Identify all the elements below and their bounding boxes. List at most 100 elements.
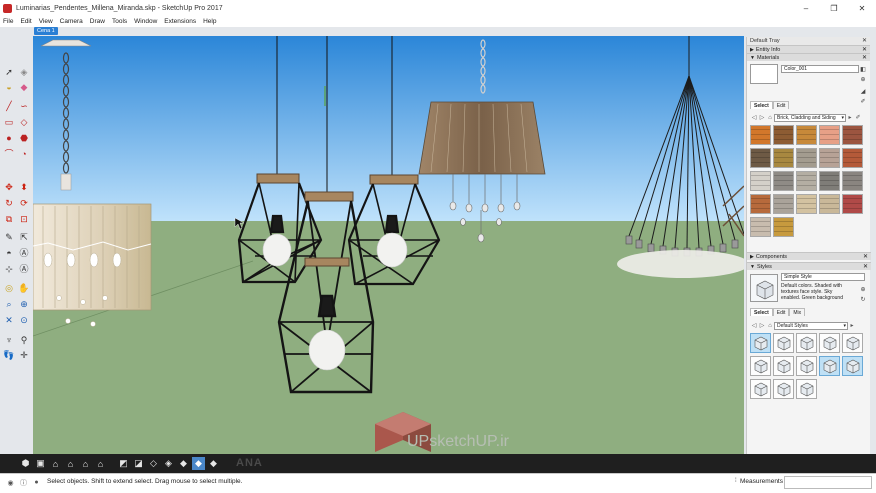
forward-arrow-icon[interactable]: ▷ xyxy=(758,322,766,330)
material-swatch[interactable] xyxy=(796,148,817,168)
styles-library-select[interactable]: Default Styles xyxy=(774,321,848,330)
style-tile[interactable] xyxy=(773,379,794,399)
previous-view-icon[interactable]: ⊙ xyxy=(18,314,30,326)
pie-icon[interactable]: ◔ xyxy=(18,148,30,160)
right-view-icon[interactable]: ⌂ xyxy=(64,457,77,470)
menu-edit[interactable]: Edit xyxy=(20,18,31,25)
shaded-textures-icon[interactable]: ◆ xyxy=(192,457,205,470)
material-swatch[interactable] xyxy=(750,125,771,145)
user-icon[interactable]: ● xyxy=(32,478,41,487)
position-camera-icon[interactable]: ♆ xyxy=(3,334,15,346)
materials-library-select[interactable]: Brick, Cladding and Siding xyxy=(774,113,846,122)
menu-tools[interactable]: Tools xyxy=(112,18,127,25)
material-swatch[interactable] xyxy=(819,148,840,168)
material-swatch[interactable] xyxy=(773,194,794,214)
forward-arrow-icon[interactable]: ▷ xyxy=(758,114,766,122)
3d-text-icon[interactable]: Ⓐ xyxy=(18,263,30,275)
style-name-field[interactable]: Simple Style xyxy=(781,273,865,281)
eraser-icon[interactable]: ◆ xyxy=(18,81,30,93)
back-arrow-icon[interactable]: ◁ xyxy=(750,114,758,122)
create-material-icon[interactable]: ⊕ xyxy=(859,75,867,83)
material-swatch[interactable] xyxy=(750,217,771,237)
material-swatch[interactable] xyxy=(842,148,863,168)
back-view-icon[interactable]: ⌂ xyxy=(79,457,92,470)
materials-tab-edit[interactable]: Edit xyxy=(772,101,790,109)
maximize-button[interactable]: ❐ xyxy=(820,0,848,16)
zoom-window-icon[interactable]: ⊕ xyxy=(18,298,30,310)
menu-extensions[interactable]: Extensions xyxy=(164,18,196,25)
material-swatch[interactable] xyxy=(796,194,817,214)
make-component-icon[interactable]: ◈ xyxy=(18,66,30,78)
styles-header[interactable]: ▼ Styles ✕ xyxy=(747,262,871,270)
style-tile[interactable] xyxy=(750,379,771,399)
material-swatch[interactable] xyxy=(773,217,794,237)
material-name-field[interactable]: Color_001 xyxy=(781,65,859,73)
polygon-icon[interactable]: ⬣ xyxy=(18,132,30,144)
rectangle-icon[interactable]: ▭ xyxy=(3,116,15,128)
look-around-icon[interactable]: 👣 xyxy=(3,349,15,361)
hidden-line-icon[interactable]: ◈ xyxy=(162,457,175,470)
style-tile[interactable] xyxy=(796,379,817,399)
menu-view[interactable]: View xyxy=(39,18,53,25)
scene-tab[interactable]: Cena 1 xyxy=(34,27,58,35)
tape-measure-icon[interactable]: ✎ xyxy=(3,231,15,243)
styles-close-icon[interactable]: ✕ xyxy=(863,263,868,271)
style-tile[interactable] xyxy=(819,356,840,376)
zoom-extents-icon[interactable]: ✕ xyxy=(3,314,15,326)
back-edges-icon[interactable]: ◪ xyxy=(132,457,145,470)
back-arrow-icon[interactable]: ◁ xyxy=(750,322,758,330)
material-swatch[interactable] xyxy=(842,171,863,191)
details-arrow-icon[interactable]: ▸ xyxy=(848,322,856,330)
styles-tab-edit[interactable]: Edit xyxy=(772,308,790,316)
credits-icon[interactable]: ⓘ xyxy=(19,478,28,487)
front-view-icon[interactable]: ⌂ xyxy=(49,457,62,470)
minimize-button[interactable]: – xyxy=(792,0,820,16)
material-swatch[interactable] xyxy=(819,194,840,214)
sample-eyedropper-icon[interactable]: ✐ xyxy=(854,114,862,122)
menu-window[interactable]: Window xyxy=(134,18,157,25)
top-view-icon[interactable]: ▣ xyxy=(34,457,47,470)
material-swatch[interactable] xyxy=(750,148,771,168)
paint-bucket-icon[interactable]: ◒ xyxy=(3,81,15,93)
style-tile[interactable] xyxy=(750,356,771,376)
materials-close-icon[interactable]: ✕ xyxy=(862,54,867,62)
walk-icon[interactable]: ⚲ xyxy=(18,334,30,346)
section-plane-icon[interactable]: ✛ xyxy=(18,349,30,361)
material-swatch[interactable] xyxy=(750,194,771,214)
home-icon[interactable]: ⌂ xyxy=(766,322,774,330)
materials-tab-select[interactable]: Select xyxy=(750,101,773,109)
material-swatch[interactable] xyxy=(819,171,840,191)
circle-icon[interactable]: ● xyxy=(3,132,15,144)
menu-help[interactable]: Help xyxy=(203,18,216,25)
style-tile[interactable] xyxy=(750,333,771,353)
home-icon[interactable]: ⌂ xyxy=(766,114,774,122)
material-swatch[interactable] xyxy=(842,125,863,145)
freehand-icon[interactable]: ∽ xyxy=(18,100,30,112)
arc-icon[interactable]: ⌒ xyxy=(3,148,15,160)
pan-icon[interactable]: ✋ xyxy=(18,282,30,294)
line-icon[interactable]: ╱ xyxy=(3,100,15,112)
material-swatch[interactable] xyxy=(773,148,794,168)
material-swatch[interactable] xyxy=(842,194,863,214)
menu-draw[interactable]: Draw xyxy=(90,18,105,25)
style-tile[interactable] xyxy=(819,333,840,353)
entity-info-header[interactable]: ▶ Entity Info ✕ xyxy=(747,45,870,53)
wireframe-icon[interactable]: ◇ xyxy=(147,457,160,470)
styles-tab-select[interactable]: Select xyxy=(750,308,773,316)
measurements-input[interactable] xyxy=(784,476,872,489)
select-icon[interactable]: ➚ xyxy=(3,66,15,78)
protractor-icon[interactable]: ◓ xyxy=(3,247,15,259)
style-tile[interactable] xyxy=(796,333,817,353)
zoom-icon[interactable]: ⌕ xyxy=(3,298,15,310)
tray-close-icon[interactable]: ✕ xyxy=(862,37,867,45)
style-tile[interactable] xyxy=(796,356,817,376)
material-swatch[interactable] xyxy=(796,125,817,145)
material-swatch[interactable] xyxy=(750,171,771,191)
geo-location-icon[interactable]: ◉ xyxy=(6,478,15,487)
material-swatch[interactable] xyxy=(773,125,794,145)
move-icon[interactable]: ✥ xyxy=(3,181,15,193)
push-pull-icon[interactable]: ⬍ xyxy=(18,181,30,193)
monochrome-icon[interactable]: ◆ xyxy=(207,457,220,470)
style-tile[interactable] xyxy=(842,333,863,353)
style-tile[interactable] xyxy=(773,333,794,353)
